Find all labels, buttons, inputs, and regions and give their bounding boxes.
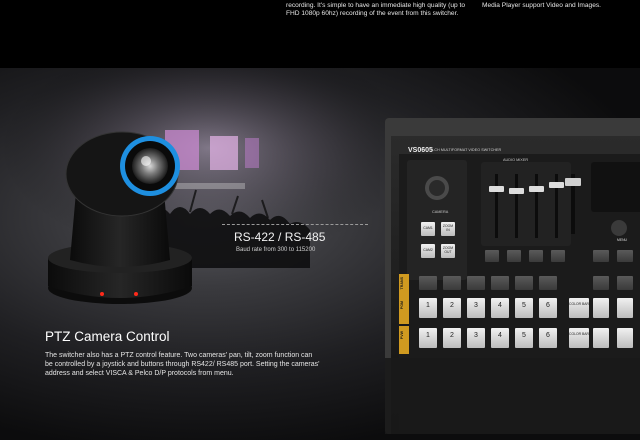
pgm-key-4: 4: [498, 302, 502, 309]
pvw-key-2: 2: [450, 332, 454, 339]
pgm-key-3: 3: [474, 302, 478, 309]
cam2-key: CAM2: [423, 248, 433, 252]
pvw-key-4: 4: [498, 332, 502, 339]
zoom-out-key: ZOOM OUT: [442, 246, 454, 254]
pgm-row-label: PGM: [400, 301, 404, 310]
rs-spec-title: RS-422 / RS-485: [234, 230, 326, 244]
pgm-key-6: 6: [546, 302, 550, 309]
pgm-key-1: 1: [426, 302, 430, 309]
camera-label: CAMERA: [432, 210, 449, 214]
media-player-description: Media Player support Video and Images.: [482, 2, 602, 9]
recording-description: recording. It's simple to have an immedi…: [286, 2, 466, 17]
pvw-key-3: 3: [474, 332, 478, 339]
pvw-key-6: 6: [546, 332, 550, 339]
zoom-in-key: ZOOM IN: [442, 224, 454, 232]
switcher-model-subtitle: 6-CH MULTIFORMAT VIDEO SWITCHER: [431, 148, 502, 152]
video-switcher-panel: [385, 118, 640, 434]
ptz-heading: PTZ Camera Control: [45, 329, 170, 344]
pgm-color-bar-key: COLOR BAR: [569, 302, 589, 306]
baud-rate-text: Baud rate from 300 to 115200: [236, 247, 316, 253]
menu-label: MENU: [617, 238, 627, 242]
spec-dashed-line: [222, 224, 368, 225]
pvw-key-1: 1: [426, 332, 430, 339]
pvw-key-5: 5: [522, 332, 526, 339]
pvw-row-label: PVW: [400, 331, 404, 340]
cam1-key: CAM1: [423, 226, 433, 230]
ptz-camera-image: [48, 131, 192, 304]
pvw-color-bar-key: COLOR BAR: [569, 332, 589, 336]
switcher-model: VS0605: [408, 147, 433, 154]
trans-row-label: TRANS: [400, 277, 404, 290]
pgm-key-2: 2: [450, 302, 454, 309]
audio-mixer-label: AUDIO MIXER: [503, 158, 529, 162]
ptz-description: The switcher also has a PTZ control feat…: [45, 352, 320, 377]
pgm-key-5: 5: [522, 302, 526, 309]
